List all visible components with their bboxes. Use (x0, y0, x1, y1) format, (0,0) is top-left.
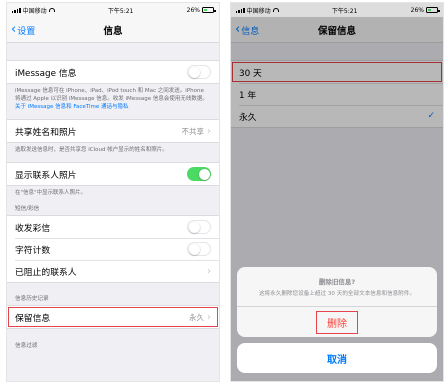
imessage-toggle[interactable] (187, 65, 211, 79)
chevron-right-icon: › (207, 125, 211, 137)
blocked-contacts-label: 已阻止的联系人 (15, 267, 77, 278)
contact-photos-toggle[interactable] (187, 167, 211, 181)
keep-messages-label: 保留信息 (15, 313, 51, 324)
contact-photos-label: 显示联系人照片 (15, 170, 77, 181)
action-sheet-message: 这将永久删除您设备上超过 30 天的全部文本信息和信息附件。 (258, 291, 416, 297)
cancel-button[interactable]: 取消 (237, 343, 437, 373)
share-name-footnote: 选取发送信息时，是否共享您 iCloud 帐户显示的姓名和照片。 (15, 147, 168, 153)
imessage-footnote-text: iMessage 信息可在 iPhone、iPad、iPod touch 和 M… (15, 88, 208, 102)
share-name-group: 共享姓名和照片 不共享 › (7, 119, 219, 143)
chevron-right-icon: › (207, 311, 211, 323)
contact-photos-footnote: 在"信息"中显示联系人照片。 (15, 190, 87, 196)
sms-group: 收发彩信 字符计数 已阻止的联系人 › (7, 215, 219, 283)
action-sheet-title: 删除旧信息? (318, 278, 356, 286)
blocked-contacts-row[interactable]: 已阻止的联系人 › (7, 260, 219, 282)
contact-photos-group: 显示联系人照片 (7, 162, 219, 186)
chevron-left-icon: ‹ (11, 21, 17, 37)
status-time: 下午5:21 (107, 7, 134, 15)
char-count-label: 字符计数 (15, 245, 51, 256)
delete-label: 删除 (316, 310, 358, 334)
action-sheet-header: 删除旧信息? 这将永久删除您设备上超过 30 天的全部文本信息和信息附件。 (237, 267, 437, 307)
contact-photos-row: 显示联系人照片 (7, 163, 219, 185)
page-title: 信息 (103, 25, 123, 37)
history-section-header: 信息历史记录 (15, 296, 49, 302)
messages-settings-screen: 中国移动 下午5:21 26% ‹ 设置 信息 iMessage 信息 iMes… (6, 2, 220, 382)
back-button[interactable]: ‹ 设置 (11, 17, 35, 43)
battery-percent: 26% (186, 6, 200, 14)
keep-messages-row[interactable]: 保留信息 永久 › (7, 306, 219, 328)
back-label: 设置 (17, 26, 36, 37)
keep-messages-value: 永久 (189, 312, 204, 322)
char-count-row: 字符计数 (7, 238, 219, 260)
nav-bar: ‹ 设置 信息 (7, 17, 219, 43)
imessage-group: iMessage 信息 (7, 60, 219, 84)
char-count-toggle[interactable] (187, 242, 211, 256)
imessage-footnote: iMessage 信息可在 iPhone、iPad、iPod touch 和 M… (7, 84, 219, 119)
wifi-icon (48, 8, 55, 12)
sms-section-header: 短信/彩信 (15, 206, 40, 212)
share-name-row[interactable]: 共享姓名和照片 不共享 › (7, 120, 219, 142)
status-dim-overlay (231, 3, 443, 17)
history-group: 保留信息 永久 › (7, 305, 219, 329)
mms-label: 收发彩信 (15, 223, 51, 234)
imessage-row: iMessage 信息 (7, 61, 219, 83)
battery-icon (202, 7, 216, 13)
status-bar: 中国移动 下午5:21 26% (7, 3, 219, 17)
mms-row: 收发彩信 (7, 216, 219, 238)
imessage-privacy-link[interactable]: 关于 iMessage 信息和 FaceTime 通话与隐私 (15, 104, 129, 110)
mms-toggle[interactable] (187, 220, 211, 234)
share-name-label: 共享姓名和照片 (15, 127, 77, 138)
share-name-value: 不共享 (181, 126, 205, 136)
filter-section-header: 信息过滤 (15, 343, 38, 349)
signal-icon (12, 7, 21, 13)
delete-button[interactable]: 删除 (237, 307, 437, 337)
action-sheet: 删除旧信息? 这将永久删除您设备上超过 30 天的全部文本信息和信息附件。 删除 (237, 267, 437, 337)
keep-messages-screen: 中国移动 下午5:21 26% ‹ 信息 保留信息 30 天 1 年 永久 ✓ … (230, 2, 444, 382)
carrier-label: 中国移动 (22, 7, 47, 15)
chevron-right-icon: › (207, 265, 211, 277)
imessage-label: iMessage 信息 (15, 68, 77, 79)
